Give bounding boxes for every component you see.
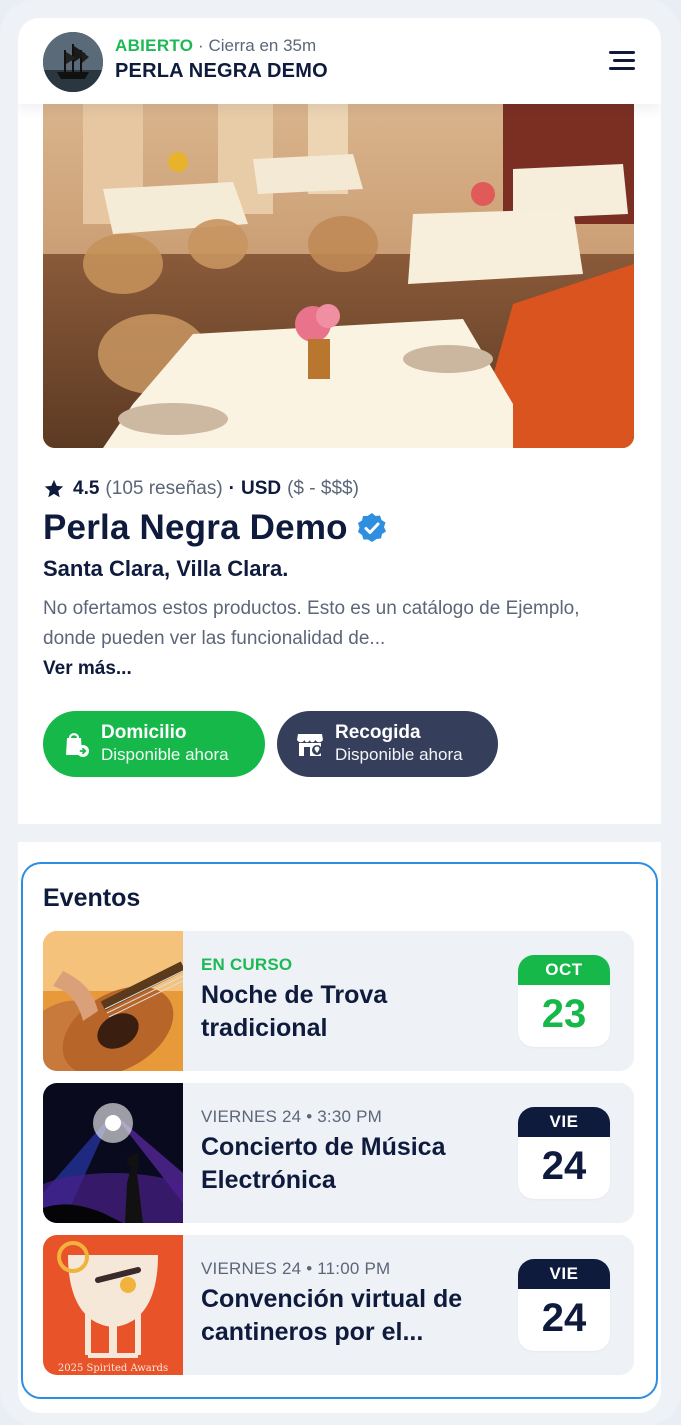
date-month: OCT bbox=[518, 955, 610, 985]
event-title: Concierto de Música Electrónica bbox=[201, 1133, 446, 1194]
delivery-bag-icon bbox=[66, 733, 89, 757]
delivery-availability: Disponible ahora bbox=[101, 745, 229, 764]
date-day: 24 bbox=[541, 1144, 587, 1188]
business-name: Perla Negra Demo bbox=[43, 508, 348, 547]
event-datetime: VIERNES 24 • 3:30 PM bbox=[201, 1107, 382, 1126]
date-day: 23 bbox=[541, 992, 587, 1036]
business-title-row: Perla Negra Demo bbox=[43, 508, 388, 548]
delivery-button[interactable]: Domicilio Disponible ahora bbox=[43, 711, 265, 777]
price-range: ($ - $$$) bbox=[287, 478, 359, 499]
rating-value: 4.5 bbox=[73, 478, 100, 499]
event-datetime: VIERNES 24 • 11:00 PM bbox=[201, 1259, 391, 1278]
top-header: ABIERTO · Cierra en 35m PERLA NEGRA DEMO bbox=[18, 18, 661, 104]
open-status: ABIERTO · Cierra en 35m bbox=[115, 36, 317, 55]
event-title: Noche de Trova tradicional bbox=[201, 981, 388, 1042]
event-date-badge: VIE 24 bbox=[518, 1259, 610, 1351]
currency: USD bbox=[240, 478, 282, 499]
event-date-badge: OCT 23 bbox=[518, 955, 610, 1047]
event-poster: 2025 Spirited Awards bbox=[43, 1235, 183, 1375]
closing-time: Cierra en 35m bbox=[208, 36, 317, 55]
event-card[interactable]: EN CURSO Noche de Trova tradicional OCT … bbox=[43, 931, 634, 1071]
device-frame: ABIERTO · Cierra en 35m PERLA NEGRA DEMO bbox=[0, 0, 681, 1425]
section-divider bbox=[18, 824, 661, 842]
see-more-link[interactable]: Ver más... bbox=[43, 658, 132, 680]
event-card[interactable]: VIERNES 24 • 3:30 PM Concierto de Música… bbox=[43, 1083, 634, 1223]
status-open-label: ABIERTO bbox=[115, 36, 194, 55]
verified-badge-icon bbox=[357, 513, 386, 542]
pickup-title: Recogida bbox=[335, 722, 421, 743]
events-heading: Eventos bbox=[43, 884, 141, 912]
rating-row: 4.5 (105 reseñas) · USD ($ - $$$) bbox=[43, 478, 359, 500]
events-section: Eventos EN CURSO Noche de Trova tradicio… bbox=[21, 862, 658, 1399]
restaurant-hero-image bbox=[43, 104, 634, 448]
event-thumbnail bbox=[43, 931, 183, 1071]
store-pickup-icon bbox=[297, 734, 323, 756]
date-day: 24 bbox=[541, 1296, 587, 1340]
brand-logo[interactable] bbox=[43, 32, 103, 92]
delivery-title: Domicilio bbox=[101, 722, 187, 743]
pickup-availability: Disponible ahora bbox=[335, 745, 463, 764]
review-count[interactable]: (105 reseñas) bbox=[105, 478, 222, 500]
event-status: EN CURSO bbox=[201, 955, 293, 974]
hamburger-menu-icon[interactable] bbox=[605, 48, 635, 74]
business-description: No ofertamos estos productos. Esto es un… bbox=[43, 598, 580, 649]
event-card[interactable]: 2025 Spirited Awards VIERNES 24 • 11:00 … bbox=[43, 1235, 634, 1375]
header-brand-name: PERLA NEGRA DEMO bbox=[115, 60, 328, 82]
date-weekday: VIE bbox=[518, 1107, 610, 1137]
app-screen: ABIERTO · Cierra en 35m PERLA NEGRA DEMO bbox=[18, 18, 661, 1413]
event-thumbnail bbox=[43, 1083, 183, 1223]
pickup-button[interactable]: Recogida Disponible ahora bbox=[277, 711, 498, 777]
poster-caption: 2025 Spirited Awards bbox=[58, 1363, 168, 1374]
star-icon bbox=[44, 479, 64, 498]
business-location: Santa Clara, Villa Clara. bbox=[43, 556, 289, 581]
event-title: Convención virtual de cantineros por el.… bbox=[201, 1285, 463, 1346]
event-date-badge: VIE 24 bbox=[518, 1107, 610, 1199]
date-weekday: VIE bbox=[518, 1259, 610, 1289]
